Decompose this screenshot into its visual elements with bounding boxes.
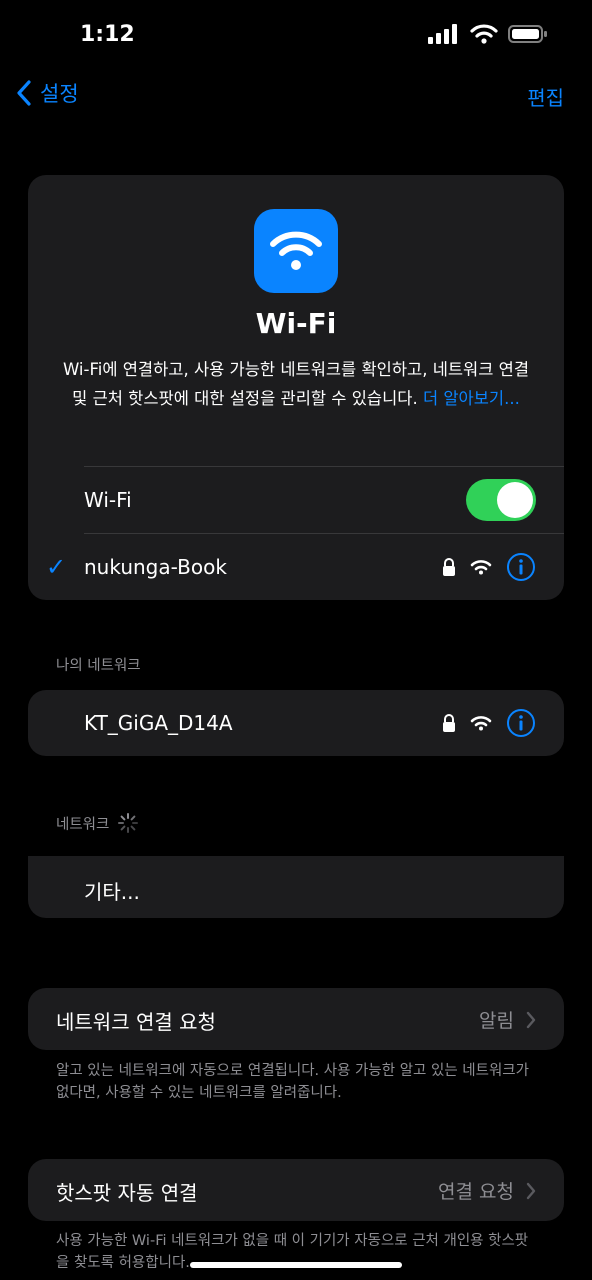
my-network-name: KT_GiGA_D14A	[84, 711, 233, 735]
battery-icon	[508, 25, 547, 43]
loading-spinner-icon	[118, 813, 139, 833]
home-indicator[interactable]	[190, 1262, 402, 1268]
checkmark-icon: ✓	[46, 553, 67, 581]
wifi-toggle-row: Wi-Fi	[28, 467, 564, 533]
other-network-row[interactable]: 기타...	[28, 856, 564, 918]
ask-to-join-label: 네트워크 연결 요청	[56, 1010, 216, 1034]
my-network-row[interactable]: KT_GiGA_D14A	[28, 690, 564, 756]
networks-header-label: 네트워크	[56, 816, 110, 833]
hero-description: Wi-Fi에 연결하고, 사용 가능한 네트워크를 확인하고, 네트워크 연결 …	[58, 355, 534, 413]
hero-title: Wi-Fi	[255, 307, 337, 340]
auto-join-hotspot-label: 핫스팟 자동 연결	[56, 1181, 198, 1205]
chevron-right-icon	[526, 1182, 536, 1199]
wifi-hero-card: Wi-Fi Wi-Fi에 연결하고, 사용 가능한 네트워크를 확인하고, 네트…	[28, 175, 564, 600]
learn-more-link[interactable]: 더 알아보기...	[423, 389, 520, 408]
back-label: 설정	[40, 82, 79, 106]
status-bar: 1:12	[0, 0, 592, 70]
my-networks-header: 나의 네트워크	[56, 658, 141, 674]
status-icons	[428, 24, 548, 44]
networks-header: 네트워크	[56, 812, 139, 834]
back-button[interactable]: 설정	[16, 78, 79, 108]
wifi-status-icon	[470, 24, 498, 44]
other-network-label: 기타...	[84, 880, 140, 904]
ask-to-join-value-group: 알림	[479, 1006, 536, 1033]
lock-icon	[443, 714, 455, 732]
wifi-toggle-switch[interactable]	[466, 479, 536, 521]
ask-to-join-footer: 알고 있는 네트워크에 자동으로 연결됩니다. 사용 가능한 알고 있는 네트워…	[56, 1063, 529, 1101]
auto-join-hotspot-value-group: 연결 요청	[438, 1177, 536, 1204]
info-icon[interactable]	[506, 708, 536, 738]
connected-network-row[interactable]: ✓ nukunga-Book	[28, 534, 564, 600]
ask-to-join-row[interactable]: 네트워크 연결 요청 알림	[28, 988, 564, 1050]
network-status-icons	[442, 708, 536, 738]
auto-join-hotspot-row[interactable]: 핫스팟 자동 연결 연결 요청	[28, 1159, 564, 1221]
toggle-knob	[497, 482, 533, 518]
connected-network-name: nukunga-Book	[84, 555, 227, 579]
status-time: 1:12	[80, 22, 135, 47]
info-icon[interactable]	[506, 552, 536, 582]
wifi-signal-icon	[470, 560, 492, 575]
chevron-right-icon	[526, 1011, 536, 1028]
lock-icon	[443, 558, 455, 576]
cellular-signal-icon	[428, 24, 457, 44]
wifi-icon	[270, 231, 322, 270]
wifi-toggle-label: Wi-Fi	[84, 488, 132, 512]
chevron-left-icon	[17, 80, 31, 106]
edit-button[interactable]: 편집	[527, 82, 564, 111]
navigation-bar: 설정 편집	[0, 76, 592, 116]
network-status-icons	[442, 552, 536, 582]
wifi-signal-icon	[470, 716, 492, 731]
auto-join-hotspot-value: 연결 요청	[438, 1181, 514, 1203]
wifi-app-icon	[254, 209, 338, 293]
ask-to-join-value: 알림	[479, 1010, 514, 1032]
